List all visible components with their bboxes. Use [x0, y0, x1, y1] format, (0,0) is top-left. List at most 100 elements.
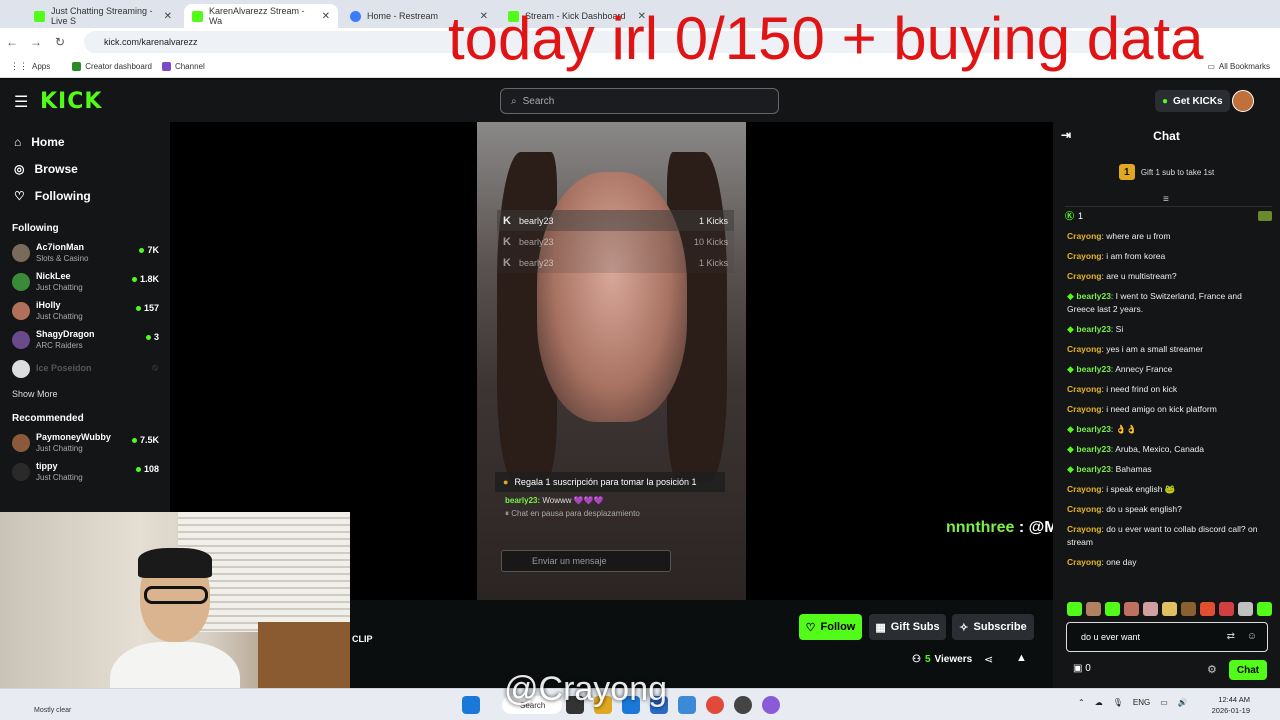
- emote-icon[interactable]: [1124, 602, 1139, 616]
- nav-browse[interactable]: ◎ Browse: [0, 155, 170, 182]
- chat-text: Annecy France: [1115, 364, 1173, 374]
- recommended-section-title: Recommended: [12, 413, 84, 424]
- sidebar-channel[interactable]: ShagyDragon ARC Raiders 3: [0, 325, 170, 354]
- channel-points[interactable]: ▣ 0: [1073, 663, 1091, 674]
- chat-username[interactable]: Crayong: [1067, 484, 1101, 494]
- gift-subs-button[interactable]: ▦ Gift Subs: [869, 614, 946, 640]
- viewer-count: 157: [136, 303, 159, 313]
- gift-leaderboard-prompt[interactable]: 1 Gift 1 sub to take 1st: [1053, 158, 1280, 186]
- chrome-icon[interactable]: [706, 696, 724, 714]
- bookmark-apps[interactable]: ⋮⋮ Apps: [10, 61, 50, 72]
- emote-icon[interactable]: [1067, 602, 1082, 616]
- chat-username[interactable]: Crayong: [1067, 524, 1101, 534]
- chat-text: i am from korea: [1106, 251, 1166, 261]
- chat-username[interactable]: bearly23: [1076, 291, 1111, 301]
- emote-icon[interactable]: [1257, 602, 1272, 616]
- channel-avatar: [12, 433, 30, 452]
- weather-widget[interactable]: Mostly clear: [34, 707, 71, 714]
- chat-message: Crayong: yes i am a small streamer: [1067, 344, 1204, 354]
- chat-username[interactable]: bearly23: [1076, 364, 1111, 374]
- subscribe-button[interactable]: ✧ Subscribe: [952, 614, 1034, 640]
- volume-icon[interactable]: 🔊: [1178, 698, 1188, 707]
- sidebar-channel[interactable]: iHolly Just Chatting 157: [0, 296, 170, 325]
- emote-icon[interactable]: [1162, 602, 1177, 616]
- microphone-icon[interactable]: 🎙: [1113, 698, 1123, 707]
- clip-button[interactable]: CLIP: [352, 634, 373, 644]
- gift-subs-label: Gift Subs: [890, 621, 940, 633]
- sidebar-channel[interactable]: PaymoneyWubby Just Chatting 7.5K: [0, 428, 170, 457]
- cloud-icon[interactable]: ☁: [1095, 698, 1103, 707]
- language-indicator[interactable]: ENG: [1133, 698, 1150, 707]
- show-more-link[interactable]: Show More: [0, 389, 170, 399]
- chevron-up-icon[interactable]: ⌃: [1078, 698, 1085, 707]
- emote-icon[interactable]: [1200, 602, 1215, 616]
- emoji-icon[interactable]: ☺: [1247, 631, 1257, 642]
- translate-icon[interactable]: ⇄: [1227, 631, 1235, 642]
- search-placeholder: Search: [522, 95, 555, 107]
- reload-icon[interactable]: ↻: [48, 35, 72, 49]
- share-icon[interactable]: ⋖: [984, 653, 993, 666]
- chat-username[interactable]: Crayong: [1067, 404, 1101, 414]
- sidebar-channel[interactable]: NickLee Just Chatting 1.8K: [0, 267, 170, 296]
- emote-icon[interactable]: [1219, 602, 1234, 616]
- chat-username[interactable]: Crayong: [1067, 231, 1101, 241]
- search-input[interactable]: ⌕ Search: [500, 88, 779, 114]
- emote-icon[interactable]: [1181, 602, 1196, 616]
- browser-tab[interactable]: Just Chatting Streaming - Live S ✕: [26, 4, 180, 28]
- user-avatar[interactable]: [1232, 90, 1254, 112]
- webcam-streamer: [110, 548, 240, 710]
- chat-username[interactable]: Crayong: [1067, 504, 1101, 514]
- back-arrow-icon[interactable]: ←: [0, 35, 24, 49]
- emote-icon[interactable]: [1086, 602, 1101, 616]
- chat-username[interactable]: Crayong: [1067, 557, 1101, 567]
- chat-username[interactable]: Crayong: [1067, 251, 1101, 261]
- browser-tab-active[interactable]: KarenAlvarezz Stream - Wa ✕: [184, 4, 338, 28]
- sidebar-channel[interactable]: tippy Just Chatting 108: [0, 457, 170, 486]
- chat-username[interactable]: Crayong: [1067, 384, 1101, 394]
- close-icon[interactable]: ✕: [164, 11, 172, 22]
- bookmark-creator-dashboard[interactable]: Creator dashboard: [72, 62, 152, 71]
- kicks-leaderboard: Kbearly23 1 Kicks Kbearly23 10 Kicks Kbear…: [497, 210, 734, 273]
- app-icon[interactable]: [762, 696, 780, 714]
- chat-username[interactable]: bearly23: [1076, 464, 1111, 474]
- close-icon[interactable]: ✕: [322, 11, 330, 22]
- nav-home[interactable]: ⌂ Home: [0, 128, 170, 155]
- get-kicks-button[interactable]: ● Get KICKs: [1155, 90, 1230, 112]
- forward-arrow-icon[interactable]: →: [24, 35, 48, 49]
- menu-icon[interactable]: ☰: [14, 92, 28, 112]
- chat-username[interactable]: bearly23: [1076, 324, 1111, 334]
- obs-icon[interactable]: [734, 696, 752, 714]
- home-icon: ⌂: [14, 134, 22, 149]
- system-tray: ⌃ ☁ 🎙 ENG ▭ 🔊: [1078, 698, 1188, 707]
- emote-icon[interactable]: [1238, 602, 1253, 616]
- chat-footer: ▣ 0 ⚙ Chat: [1067, 660, 1273, 680]
- all-bookmarks[interactable]: ▭ All Bookmarks: [1207, 62, 1270, 71]
- send-chat-button[interactable]: Chat: [1229, 660, 1267, 680]
- emote-icon[interactable]: [1143, 602, 1158, 616]
- video-player[interactable]: Kbearly23 1 Kicks Kbearly23 10 Kicks Kbear…: [477, 122, 746, 600]
- kick-logo[interactable]: KICK: [40, 89, 102, 114]
- chat-username[interactable]: bearly23: [1076, 444, 1111, 454]
- chat-username[interactable]: Crayong: [1067, 344, 1101, 354]
- viewer-count: 7K: [139, 245, 159, 255]
- channel-name: Ac7ionMan: [36, 241, 85, 252]
- sidebar-channel[interactable]: Ac7ionMan Slots & Casino 7K: [0, 238, 170, 267]
- chat-text: where are u from: [1106, 231, 1171, 241]
- taskbar-clock[interactable]: 12:44 AM 2026-01-19: [1200, 694, 1250, 716]
- chat-username[interactable]: bearly23: [1076, 424, 1111, 434]
- network-icon[interactable]: ▭: [1160, 698, 1168, 707]
- emote-icon[interactable]: [1105, 602, 1120, 616]
- bookmark-channel[interactable]: Channel: [161, 62, 205, 71]
- gear-icon[interactable]: ⚙: [1207, 663, 1217, 676]
- sidebar-channel-offline[interactable]: Ice Poseidon ⦸: [0, 354, 170, 383]
- restream-favicon-icon: [350, 10, 361, 22]
- windows-start-icon[interactable]: [462, 696, 480, 714]
- mail-icon[interactable]: [678, 696, 696, 714]
- nav-following[interactable]: ♡ Following: [0, 182, 170, 209]
- chat-input[interactable]: do u ever want ⇄ ☺: [1066, 622, 1268, 652]
- report-icon[interactable]: ▲: [1016, 652, 1027, 664]
- collapse-chat-icon[interactable]: ⇥: [1061, 128, 1071, 142]
- follow-button[interactable]: ♡ Follow: [799, 614, 862, 640]
- chat-username[interactable]: Crayong: [1067, 271, 1101, 281]
- filter-icon[interactable]: ≡: [1163, 194, 1169, 205]
